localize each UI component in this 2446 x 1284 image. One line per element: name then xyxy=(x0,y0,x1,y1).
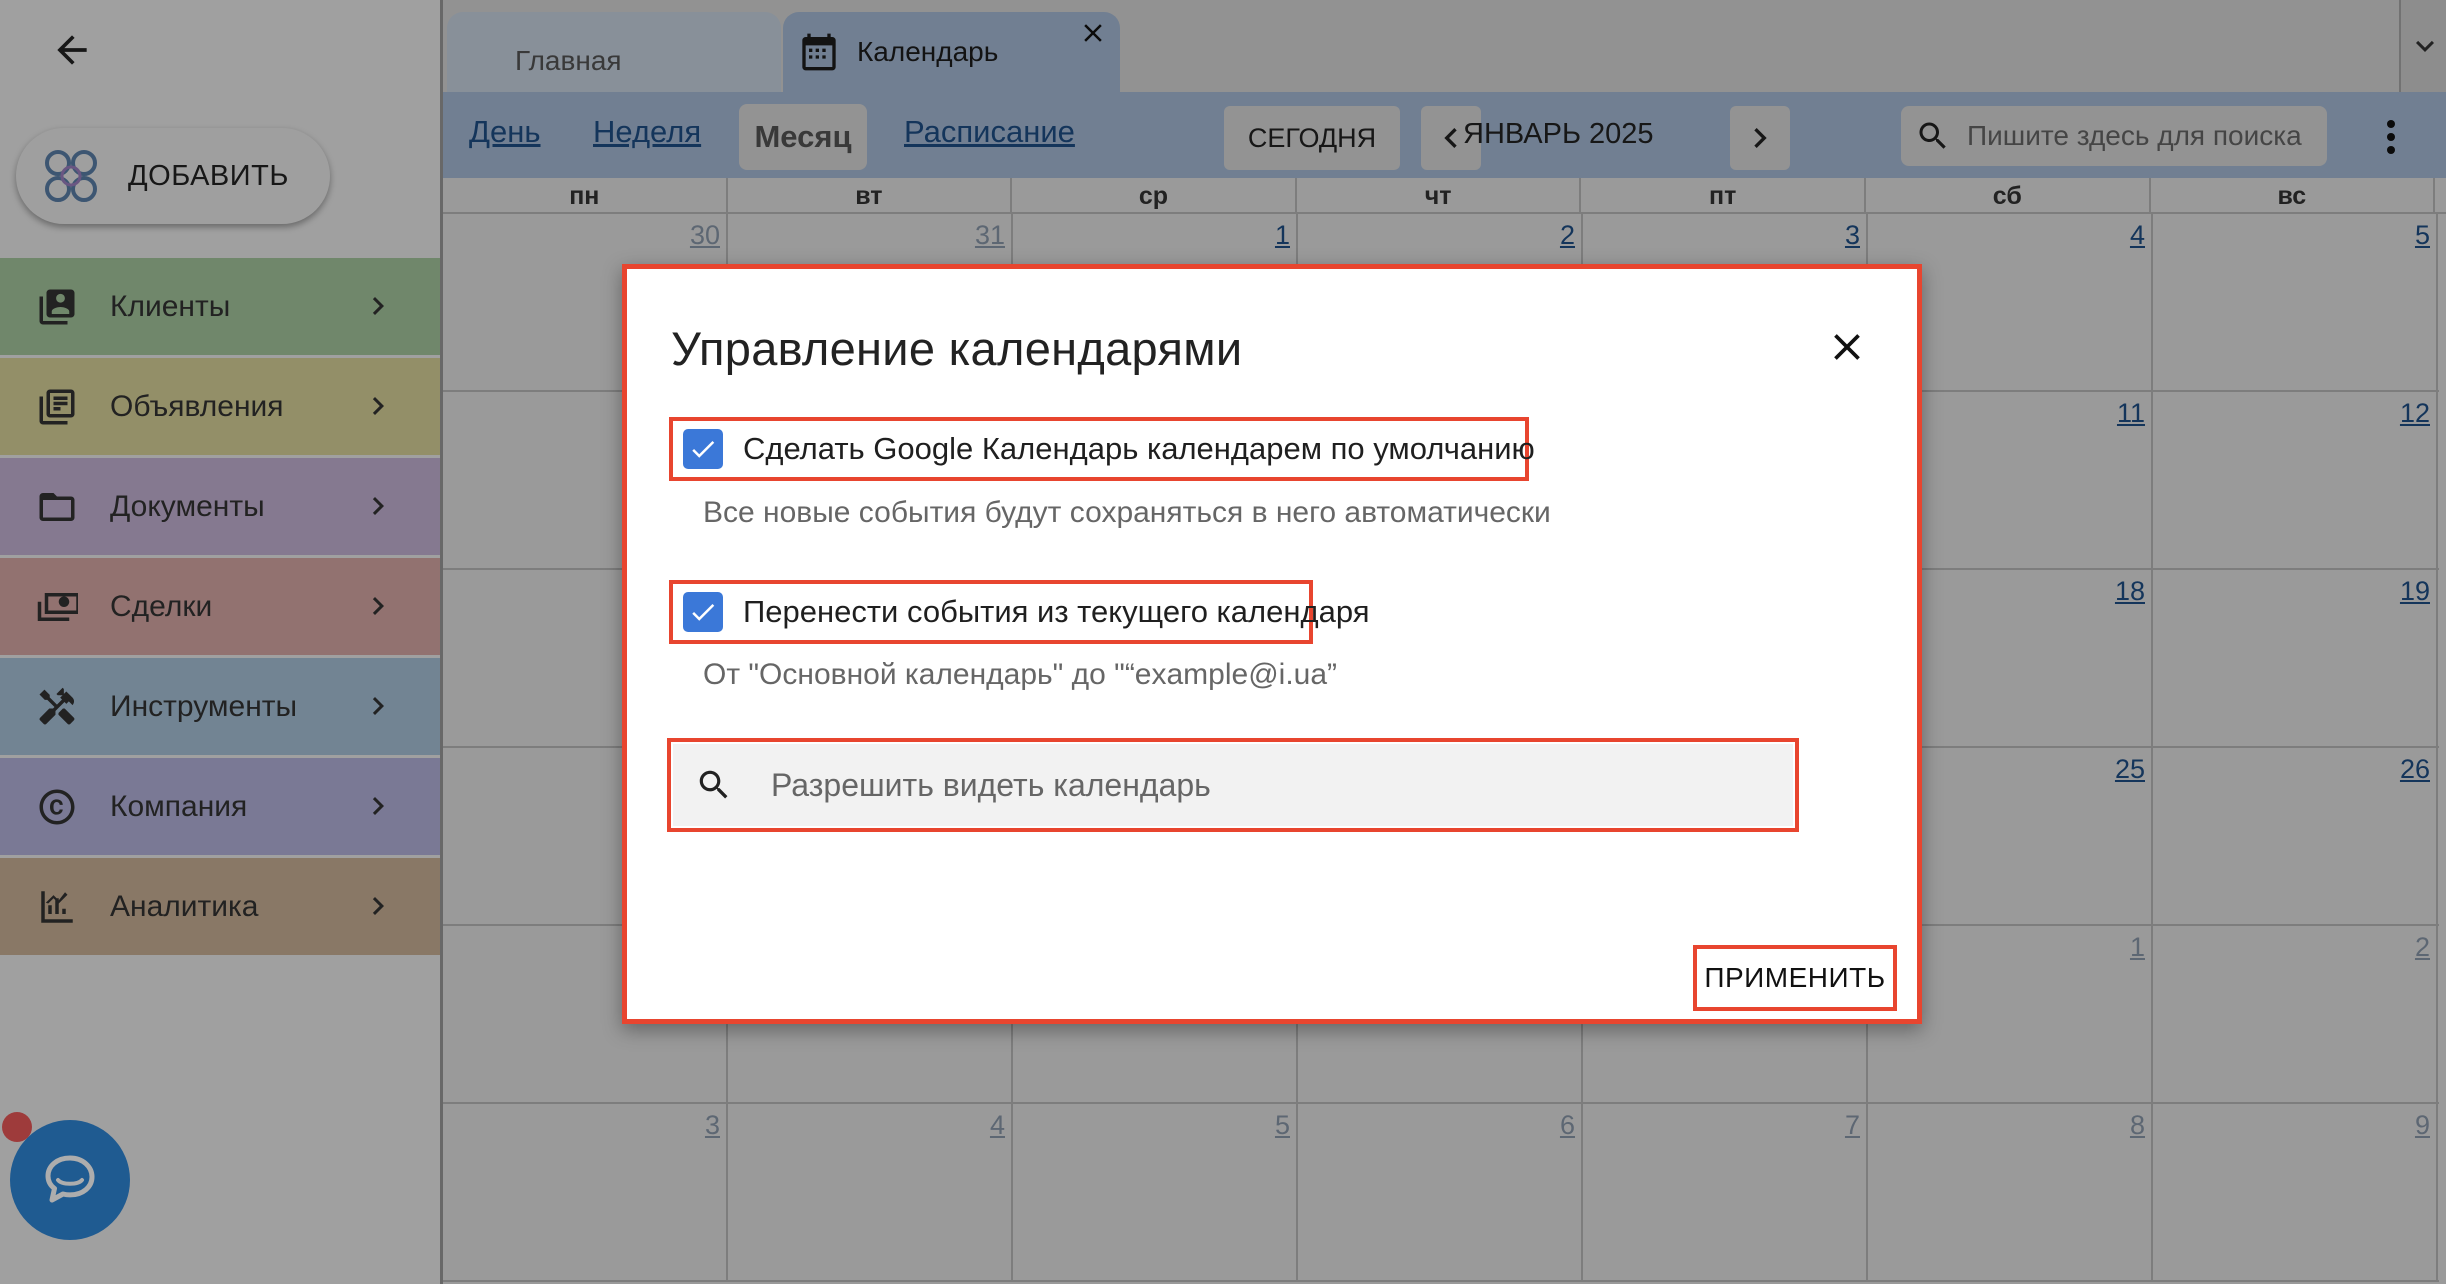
share-calendar-field xyxy=(673,744,1793,826)
search-icon xyxy=(699,770,728,799)
option-default-calendar[interactable]: Сделать Google Календарь календарем по у… xyxy=(683,429,1535,469)
apply-button[interactable]: ПРИМЕНИТЬ xyxy=(1693,945,1897,1011)
option-transfer-description: От "Основной календарь" до "“example@i.u… xyxy=(703,658,1338,691)
check-icon xyxy=(692,440,715,458)
manage-calendars-dialog: Управление календарями Сделать Google Ка… xyxy=(622,264,1922,1024)
option-transfer-label: Перенести события из текущего календаря xyxy=(743,594,1370,629)
check-icon xyxy=(692,603,715,621)
app-window: ДОБАВИТЬ Клиенты Объявления Документы Сд… xyxy=(0,0,2446,1284)
option-default-description: Все новые события будут сохраняться в не… xyxy=(703,496,1551,529)
transfer-events-checkbox[interactable] xyxy=(683,592,723,632)
share-calendar-input[interactable] xyxy=(771,766,1751,804)
option-default-label: Сделать Google Календарь календарем по у… xyxy=(743,431,1535,466)
option-transfer-events[interactable]: Перенести события из текущего календаря xyxy=(683,592,1370,632)
default-calendar-checkbox[interactable] xyxy=(683,429,723,469)
close-icon[interactable] xyxy=(1825,325,1869,369)
dialog-title: Управление календарями xyxy=(671,322,1243,375)
